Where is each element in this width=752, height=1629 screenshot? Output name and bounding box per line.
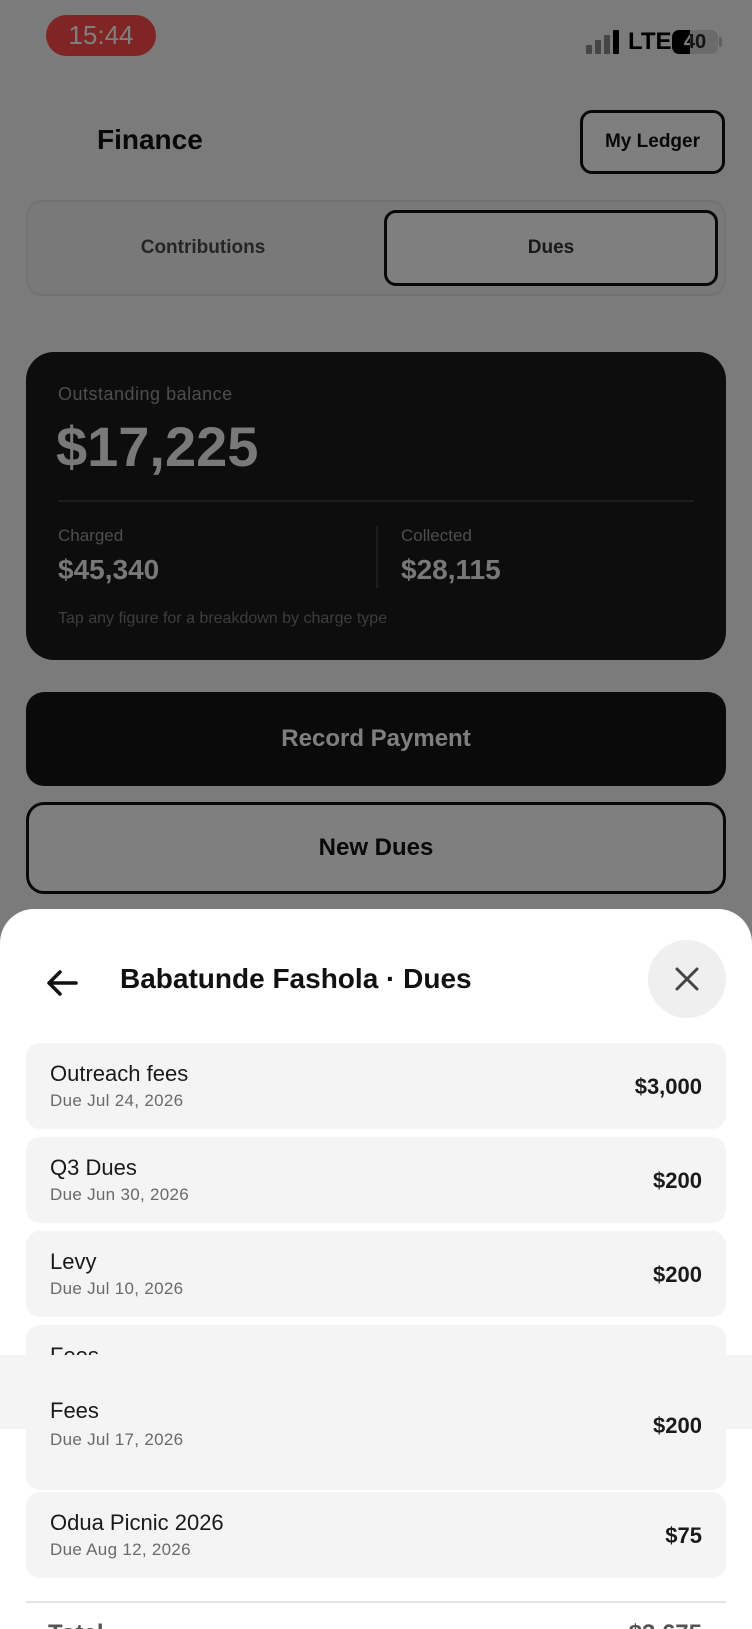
dues-item-levy[interactable]: Levy Due Jul 10, 2026 $200 xyxy=(26,1231,726,1317)
dues-item-amount: $75 xyxy=(665,1523,702,1548)
total-value: $3,675 xyxy=(629,1620,702,1629)
dues-item-fees[interactable]: Fees Due Jul 17, 2026 $200 xyxy=(26,1398,726,1490)
close-icon xyxy=(675,967,699,991)
dues-item-q3-dues[interactable]: Q3 Dues Due Jun 30, 2026 $200 xyxy=(26,1137,726,1223)
dues-item-odua-picnic[interactable]: Odua Picnic 2026 Due Aug 12, 2026 $75 xyxy=(26,1492,726,1578)
dues-item-due-date: Due Jul 17, 2026 xyxy=(50,1430,184,1449)
dues-item-due-date: Due Jul 10, 2026 xyxy=(50,1279,184,1298)
total-divider xyxy=(26,1601,726,1603)
dues-item-outreach-fees[interactable]: Outreach fees Due Jul 24, 2026 $3,000 xyxy=(26,1043,726,1129)
sheet-title: Babatunde Fashola · Dues xyxy=(120,963,472,994)
dues-item-name: Levy xyxy=(50,1249,97,1274)
dues-item-name: Fees xyxy=(50,1398,99,1423)
total-label: Total xyxy=(48,1620,104,1629)
dues-item-due-date: Due Jul 24, 2026 xyxy=(50,1091,184,1110)
dues-item-amount: $200 xyxy=(653,1413,702,1438)
dues-item-amount: $200 xyxy=(653,1168,702,1193)
total-row: Total $3,675 xyxy=(26,1612,726,1629)
dues-item-due-date: Due Jun 30, 2026 xyxy=(50,1185,190,1204)
dues-item-name: Odua Picnic 2026 xyxy=(50,1510,224,1535)
back-arrow-icon[interactable] xyxy=(40,961,84,1005)
dues-item-due-date: Due Aug 12, 2026 xyxy=(50,1540,191,1559)
close-button[interactable] xyxy=(648,940,726,1018)
dues-item-amount: $200 xyxy=(653,1262,702,1287)
dues-item-name: Outreach fees xyxy=(50,1061,189,1086)
dues-item-amount: $3,000 xyxy=(634,1074,702,1099)
dues-item-name: Q3 Dues xyxy=(50,1155,137,1180)
